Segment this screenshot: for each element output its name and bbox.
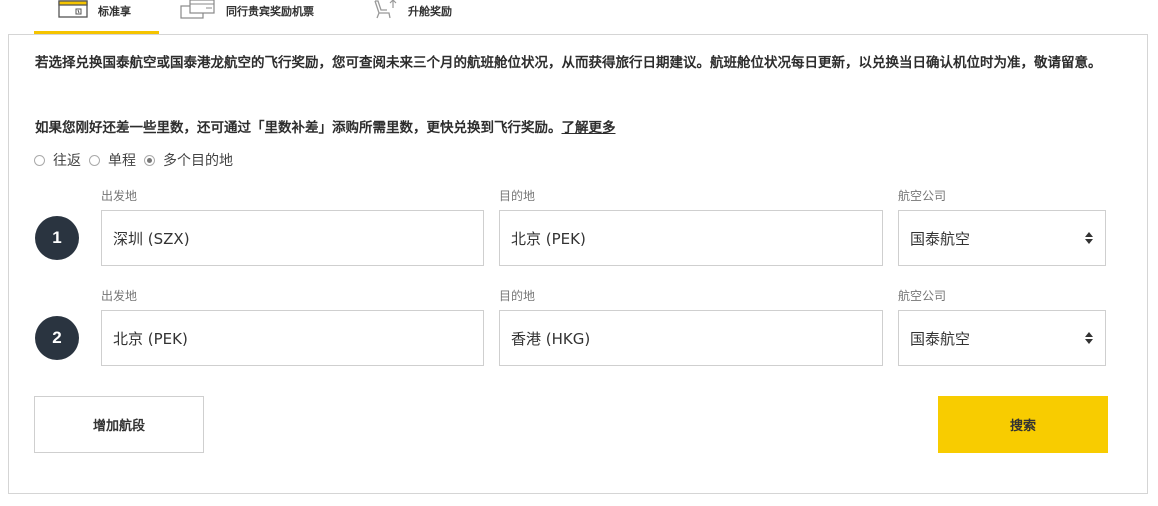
tickets-icon <box>180 0 216 24</box>
mileage-topup-notice: 如果您刚好还差一些里数，还可通过「里数补差」添购所需里数，更快兑换到飞行奖励。了… <box>35 118 1125 138</box>
segment-2-airline-value: 国泰航空 <box>910 329 971 348</box>
segment-2-origin-input[interactable]: 北京 (PEK) <box>101 310 484 366</box>
award-type-tabs: 标准享 同行贵宾奖励机票 升舱奖励 <box>0 0 1158 34</box>
add-segment-button[interactable]: 增加航段 <box>34 396 204 453</box>
radio-multi-city-label: 多个目的地 <box>163 153 233 169</box>
radio-round-trip[interactable]: 往返 <box>34 150 81 170</box>
tab-upgrade-award-label: 升舱奖励 <box>408 5 452 18</box>
radio-round-trip-circle[interactable] <box>34 154 45 166</box>
segment-1-destination-input[interactable]: 北京 (PEK) <box>499 210 883 266</box>
segment-1-number-badge: 1 <box>35 216 79 260</box>
segment-2-number-badge: 2 <box>35 316 79 360</box>
mileage-topup-text: 如果您刚好还差一些里数，还可通过「里数补差」添购所需里数，更快兑换到飞行奖励。 <box>35 120 562 136</box>
radio-one-way-label: 单程 <box>108 153 136 169</box>
learn-more-link[interactable]: 了解更多 <box>562 120 616 136</box>
radio-multi-city[interactable]: 多个目的地 <box>144 150 233 170</box>
sort-caret-icon <box>1085 232 1093 244</box>
segment-2-destination-input[interactable]: 香港 (HKG) <box>499 310 883 366</box>
radio-multi-city-circle[interactable] <box>144 154 155 166</box>
radio-one-way[interactable]: 单程 <box>89 150 136 170</box>
segment-1-airline-select[interactable]: 国泰航空 <box>898 210 1106 266</box>
segment-1-origin-input[interactable]: 深圳 (SZX) <box>101 210 484 266</box>
radio-round-trip-label: 往返 <box>53 153 81 169</box>
tab-standard-award-label: 标准享 <box>98 5 131 18</box>
tab-companion-award-label: 同行贵宾奖励机票 <box>226 5 314 18</box>
search-button[interactable]: 搜索 <box>938 396 1108 453</box>
segment-2-origin-label: 出发地 <box>101 289 138 303</box>
radio-one-way-circle[interactable] <box>89 154 100 166</box>
segment-1-origin-label: 出发地 <box>101 189 138 203</box>
calendar-icon <box>58 0 88 23</box>
seat-upgrade-icon <box>372 0 398 24</box>
trip-type-radio-group: 往返 单程 多个目的地 <box>34 150 241 170</box>
segment-2-airline-label: 航空公司 <box>898 289 947 303</box>
segment-1-airline-label: 航空公司 <box>898 189 947 203</box>
tab-standard-award[interactable]: 标准享 <box>58 0 131 34</box>
tab-companion-award[interactable]: 同行贵宾奖励机票 <box>180 0 314 34</box>
availability-notice: 若选择兑换国泰航空或国泰港龙航空的飞行奖励，您可查阅未来三个月的航班舱位状况，从… <box>35 55 1102 71</box>
segment-1-destination-label: 目的地 <box>499 189 536 203</box>
sort-caret-icon <box>1085 332 1093 344</box>
segment-1-airline-value: 国泰航空 <box>910 229 971 248</box>
segment-2-airline-select[interactable]: 国泰航空 <box>898 310 1106 366</box>
segment-2-destination-label: 目的地 <box>499 289 536 303</box>
tab-upgrade-award[interactable]: 升舱奖励 <box>372 0 452 34</box>
